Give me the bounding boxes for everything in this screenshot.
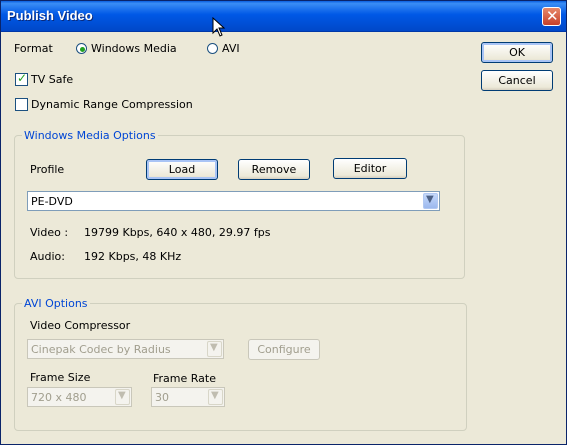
editor-button[interactable]: Editor bbox=[333, 158, 407, 179]
close-icon: ✕ bbox=[546, 7, 559, 25]
audio-info: 192 Kbps, 48 KHz bbox=[84, 250, 182, 263]
chevron-down-icon[interactable]: ▼ bbox=[207, 341, 222, 357]
dynamic-range-checkbox[interactable] bbox=[15, 98, 28, 111]
audio-label: Audio: bbox=[30, 250, 65, 263]
frame-rate-value: 30 bbox=[155, 391, 169, 404]
video-compressor-label: Video Compressor bbox=[30, 319, 131, 332]
radio-windows-media[interactable] bbox=[76, 43, 87, 54]
video-label: Video : bbox=[30, 226, 69, 239]
window-title: Publish Video bbox=[7, 8, 93, 23]
configure-button[interactable]: Configure bbox=[248, 339, 320, 360]
frame-rate-select[interactable]: 30 ▼ bbox=[151, 387, 225, 407]
chevron-down-icon[interactable]: ▼ bbox=[208, 389, 223, 405]
profile-label: Profile bbox=[30, 163, 65, 176]
dynamic-range-label[interactable]: Dynamic Range Compression bbox=[31, 98, 193, 111]
radio-windows-media-label[interactable]: Windows Media bbox=[91, 42, 177, 55]
frame-size-select[interactable]: 720 x 480 ▼ bbox=[27, 387, 132, 407]
publish-video-dialog: Publish Video ✕ Format Windows Media AVI… bbox=[0, 0, 567, 445]
profile-select-value: PE-DVD bbox=[31, 195, 73, 208]
avi-options-title: AVI Options bbox=[22, 297, 90, 310]
video-info: 19799 Kbps, 640 x 480, 29.97 fps bbox=[84, 226, 271, 239]
radio-selected-dot bbox=[80, 47, 85, 52]
radio-avi[interactable] bbox=[207, 43, 218, 54]
frame-rate-label: Frame Rate bbox=[153, 372, 216, 385]
frame-size-label: Frame Size bbox=[30, 371, 91, 384]
windows-media-options-title: Windows Media Options bbox=[22, 129, 158, 142]
remove-button[interactable]: Remove bbox=[238, 159, 310, 180]
title-bar[interactable]: Publish Video ✕ bbox=[1, 1, 566, 32]
checkmark-icon: ✓ bbox=[17, 71, 28, 85]
tv-safe-label[interactable]: TV Safe bbox=[31, 73, 73, 86]
format-label: Format bbox=[14, 42, 53, 55]
ok-button[interactable]: OK bbox=[481, 42, 553, 63]
frame-size-value: 720 x 480 bbox=[31, 391, 87, 404]
load-button[interactable]: Load bbox=[146, 159, 218, 180]
video-compressor-value: Cinepak Codec by Radius bbox=[31, 343, 171, 356]
cancel-button[interactable]: Cancel bbox=[481, 70, 553, 91]
profile-select[interactable]: PE-DVD ▼ bbox=[27, 191, 440, 211]
close-button[interactable]: ✕ bbox=[542, 7, 561, 26]
radio-avi-label[interactable]: AVI bbox=[222, 42, 240, 55]
chevron-down-icon[interactable]: ▼ bbox=[115, 389, 130, 405]
video-compressor-select[interactable]: Cinepak Codec by Radius ▼ bbox=[27, 339, 224, 359]
tv-safe-checkbox[interactable]: ✓ bbox=[15, 71, 28, 86]
chevron-down-icon[interactable]: ▼ bbox=[423, 193, 438, 209]
